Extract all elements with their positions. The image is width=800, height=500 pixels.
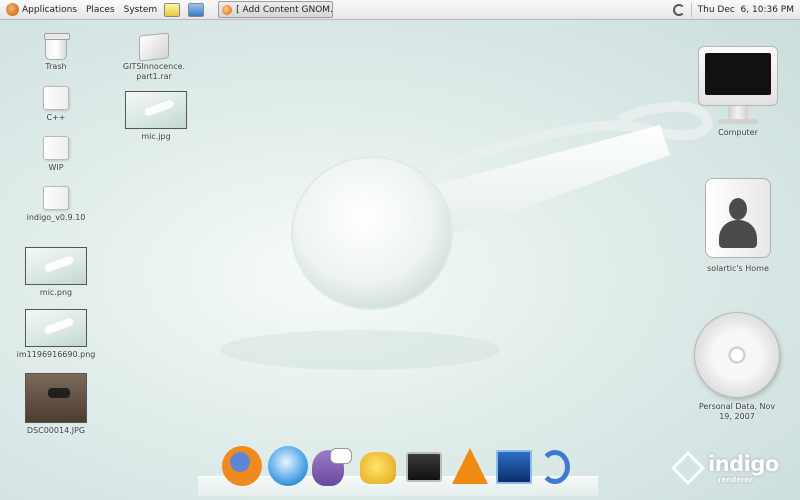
image-thumbnail: [25, 247, 87, 285]
terminal-icon[interactable]: [406, 452, 442, 482]
network-icon[interactable]: [672, 3, 685, 16]
system-monitor-icon[interactable]: [496, 450, 532, 484]
desktop-icon-im-png[interactable]: im1196916690.png: [12, 309, 100, 360]
desktop-icon-label: solartic's Home: [707, 264, 769, 273]
desktop-icon-label: Personal Data, Nov 19, 2007: [698, 402, 776, 421]
applications-menu-label: Applications: [22, 4, 77, 15]
desktop-icon-label: C++: [46, 113, 66, 122]
mail-launcher-icon[interactable]: [188, 2, 205, 17]
desktop-icon-label: WIP: [48, 163, 64, 172]
user-silhouette-body: [719, 220, 757, 248]
applications-menu[interactable]: Applications: [0, 0, 80, 20]
panel-separator: [690, 2, 692, 17]
desktop-icon-label: DSC00014.JPG: [26, 426, 86, 435]
teapot-icon[interactable]: [360, 452, 396, 484]
clock[interactable]: Thu Dec 6, 10:36 PM: [698, 5, 794, 15]
home-folder-icon: [699, 178, 777, 262]
desktop-icon-label: Trash: [45, 62, 67, 71]
image-thumbnail: [125, 91, 187, 129]
desktop-icon-dsc-jpg[interactable]: DSC00014.JPG: [18, 373, 94, 436]
desktop-icon-cd[interactable]: Personal Data, Nov 19, 2007: [680, 312, 794, 422]
brand-sub: renderer: [718, 476, 753, 484]
desktop-icon-label: mic.png: [39, 288, 73, 297]
places-menu[interactable]: Places: [80, 0, 118, 20]
image-thumbnail: [25, 309, 87, 347]
firefox-small-icon: [222, 4, 233, 15]
desktop-icon-rar-archive[interactable]: GITSInnocence. part1.rar: [116, 32, 192, 82]
dock-shelf: [198, 476, 598, 496]
desktop-icon-label: indigo_v0.9.10: [26, 213, 86, 222]
places-menu-label: Places: [85, 4, 115, 15]
user-silhouette-head: [729, 198, 747, 220]
top-panel: Applications Places System [ Add Content…: [0, 0, 800, 20]
desktop-icon-wip-folder[interactable]: WIP: [28, 136, 84, 173]
computer-icon: [694, 46, 782, 126]
dock: [198, 446, 598, 496]
desktop-icon-home[interactable]: solartic's Home: [688, 178, 788, 274]
vlc-icon[interactable]: [452, 448, 488, 484]
beryl-icon[interactable]: [540, 450, 570, 484]
system-menu[interactable]: System: [118, 0, 161, 20]
computer-screen: [705, 53, 771, 95]
desktop-icon-mic-jpg[interactable]: mic.jpg: [118, 91, 194, 142]
desktop-icon-indigo-folder[interactable]: indigo_v0.9.10: [20, 186, 92, 223]
desktop-icon-label: GITSInnocence. part1.rar: [122, 62, 186, 81]
cd-icon: [694, 312, 780, 398]
system-menu-label: System: [123, 4, 158, 15]
folder-icon: [43, 136, 69, 160]
desktop-icon-trash[interactable]: Trash: [28, 33, 84, 72]
archive-icon: [139, 32, 169, 62]
folder-icon: [43, 86, 69, 110]
taskbar-window-label: [ Add Content GNOM...: [236, 4, 334, 15]
firefox-icon[interactable]: [222, 446, 262, 486]
trash-icon: [44, 33, 70, 60]
photo-thumbnail: [25, 373, 87, 423]
desktop-icon-label: Computer: [718, 128, 758, 137]
desktop-icon-label: mic.jpg: [141, 132, 171, 141]
desktop-icon-computer[interactable]: Computer: [686, 46, 790, 138]
gnome-foot-icon: [6, 3, 19, 16]
desktop-icon-cpp-folder[interactable]: C++: [28, 86, 84, 123]
chat-bubble-icon: [330, 448, 352, 464]
folder-icon: [43, 186, 69, 210]
brand-name: indigo: [708, 452, 779, 476]
notes-launcher-icon[interactable]: [164, 2, 181, 17]
computer-stand: [728, 106, 748, 120]
desktop-icon-mic-png[interactable]: mic.png: [18, 247, 94, 298]
taskbar-window-button[interactable]: [ Add Content GNOM...: [218, 1, 334, 18]
computer-screen-frame: [698, 46, 778, 106]
mirror-icon[interactable]: [268, 446, 308, 486]
computer-base: [718, 119, 758, 124]
desktop-icon-label: im1196916690.png: [16, 350, 96, 359]
